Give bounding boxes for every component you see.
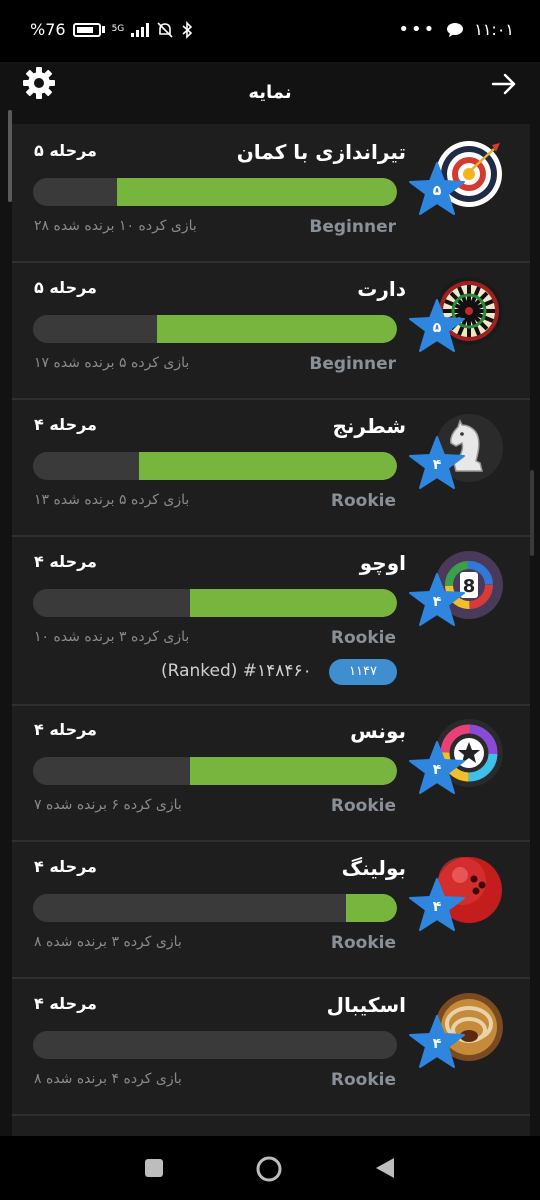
game-name: اوچو: [359, 551, 406, 575]
level-star-number: ۴: [432, 594, 442, 610]
game-stats: ۸ بازی کرده ۳ برنده شده: [34, 934, 182, 950]
game-tier: Rookie: [330, 628, 396, 648]
level-star-number: ۴: [432, 762, 442, 778]
recents-square-icon[interactable]: [144, 1158, 164, 1178]
level-star-number: ۴: [432, 457, 442, 473]
progress-bar: [33, 589, 397, 617]
game-level: مرحله ۴: [34, 552, 97, 571]
muted-bell-icon: [157, 21, 173, 38]
game-level: مرحله ۵: [34, 278, 97, 297]
battery-icon: [72, 22, 101, 37]
progress-fill: [116, 178, 397, 206]
progress-bar: [33, 894, 397, 922]
game-tier: Rookie: [330, 1070, 396, 1090]
game-stats: ۱۰ بازی کرده ۳ برنده شده: [34, 629, 190, 645]
progress-bar: [33, 452, 397, 480]
scrollbar-right[interactable]: [530, 470, 534, 556]
game-name: اسکیبال: [326, 993, 406, 1017]
status-bar: %76 5G ••• ۱۱:۰۱: [0, 0, 540, 62]
clock: ۱۱:۰۱: [474, 20, 514, 39]
progress-bar: [33, 178, 397, 206]
gear-icon[interactable]: [22, 66, 56, 100]
game-name: بولینگ: [341, 856, 406, 880]
chat-notification-icon: [447, 22, 464, 37]
level-star-number: ۴: [432, 1036, 442, 1052]
game-tier: Rookie: [330, 933, 396, 953]
progress-bar: [33, 315, 397, 343]
game-stats: ۱۳ بازی کرده ۵ برنده شده: [34, 492, 190, 508]
progress-fill: [189, 757, 397, 785]
page-title: نمایه: [248, 82, 292, 103]
back-triangle-icon[interactable]: [374, 1156, 396, 1180]
game-tier: Rookie: [330, 491, 396, 511]
game-level: مرحله ۴: [34, 720, 97, 739]
game-level: مرحله ۴: [34, 415, 97, 434]
level-star-number: ۴: [432, 899, 442, 915]
game-card-next[interactable]: [12, 1116, 530, 1136]
game-tier: Rookie: [330, 796, 396, 816]
game-name: شطرنج: [332, 414, 406, 438]
rating-badge: ۱۱۴۷: [329, 659, 397, 685]
game-stats: ۷ بازی کرده ۶ برنده شده: [34, 797, 182, 813]
bluetooth-icon: [182, 20, 193, 39]
system-nav-bar: [0, 1136, 540, 1200]
game-stats: ۸ بازی کرده ۴ برنده شده: [34, 1071, 182, 1087]
more-notifications-icon: •••: [398, 18, 437, 40]
game-level: مرحله ۴: [34, 857, 97, 876]
game-stats: ۱۷ بازی کرده ۵ برنده شده: [34, 355, 190, 371]
game-tier: Beginner: [309, 354, 396, 374]
arrow-right-icon[interactable]: [490, 70, 518, 98]
progress-fill: [189, 589, 397, 617]
game-name: بونس: [350, 719, 406, 743]
battery-percent: %76: [30, 20, 66, 39]
progress-bar: [33, 1031, 397, 1059]
game-level: مرحله ۵: [34, 141, 97, 160]
app-header: نمایه: [0, 62, 540, 124]
game-name: دارت: [357, 277, 406, 301]
game-stats: ۲۸ بازی کرده ۱۰ برنده شده: [34, 218, 197, 234]
progress-bar: [33, 757, 397, 785]
signal-icon: [131, 22, 150, 37]
progress-fill: [346, 894, 397, 922]
network-type: 5G: [111, 24, 125, 34]
progress-fill: [138, 452, 397, 480]
game-name: تیراندازی با کمان: [236, 140, 406, 164]
game-tier: Beginner: [309, 217, 396, 237]
rank-text: (Ranked) #۱۴۸۴۶۰: [161, 661, 312, 681]
level-star-number: ۵: [432, 320, 442, 336]
home-circle-icon[interactable]: [256, 1156, 282, 1182]
game-level: مرحله ۴: [34, 994, 97, 1013]
progress-fill: [156, 315, 397, 343]
level-star-number: ۵: [432, 183, 442, 199]
